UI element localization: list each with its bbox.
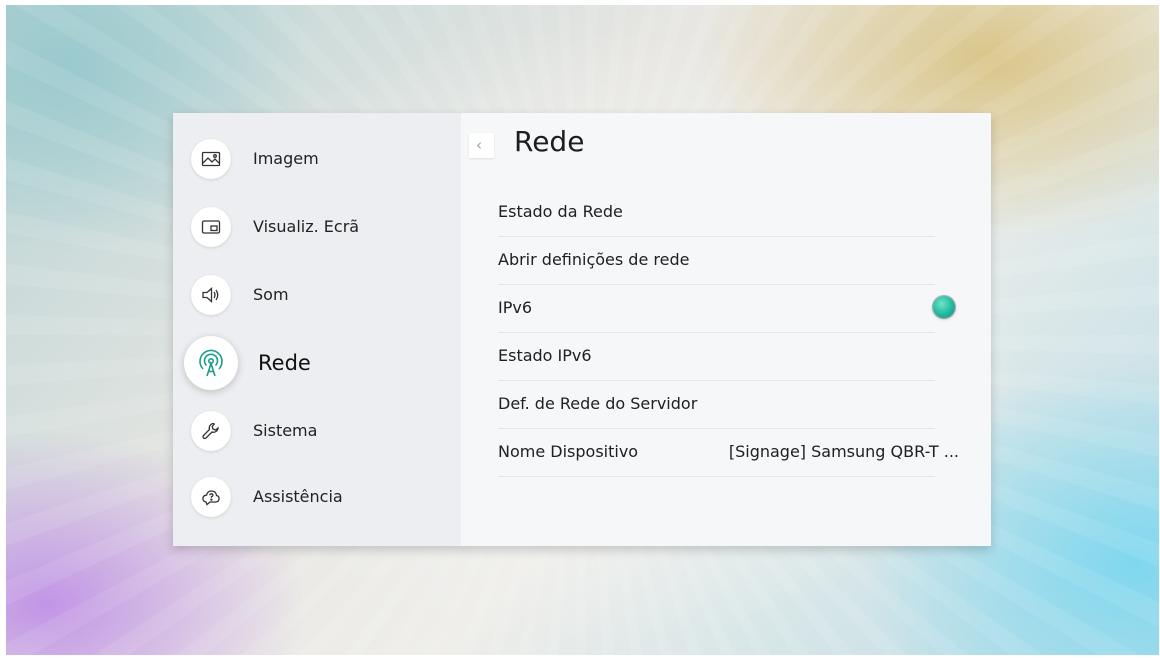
sidebar-item-sistema[interactable]: Sistema xyxy=(191,405,451,457)
settings-sidebar: Imagem Visualiz. Ecrã Som Rede Sistema A… xyxy=(173,113,461,546)
sidebar-item-label: Assistência xyxy=(253,487,343,506)
settings-panel: Imagem Visualiz. Ecrã Som Rede Sistema A… xyxy=(173,113,991,546)
row-label: Def. de Rede do Servidor xyxy=(498,394,698,413)
ipv6-toggle[interactable] xyxy=(933,296,955,318)
settings-row-ipv6[interactable]: IPv6 xyxy=(498,284,955,333)
sidebar-item-label: Som xyxy=(253,285,289,304)
page-title: Rede xyxy=(514,125,585,158)
sidebar-item-label: Imagem xyxy=(253,149,319,168)
sidebar-item-label: Visualiz. Ecrã xyxy=(253,217,360,236)
row-label: Estado da Rede xyxy=(498,202,623,221)
back-button[interactable]: ‹ xyxy=(469,133,494,158)
settings-row-def-rede-servidor[interactable]: Def. de Rede do Servidor xyxy=(498,380,935,429)
pip-screen-icon xyxy=(191,207,231,247)
row-label: IPv6 xyxy=(498,298,533,317)
settings-row-estado-da-rede[interactable]: Estado da Rede xyxy=(498,188,935,237)
sidebar-item-visualiz-ecra[interactable]: Visualiz. Ecrã xyxy=(191,201,451,253)
sidebar-item-rede[interactable]: Rede xyxy=(184,336,451,390)
help-cloud-icon xyxy=(191,477,231,517)
sidebar-item-label: Rede xyxy=(258,351,311,375)
sidebar-item-assistencia[interactable]: Assistência xyxy=(191,471,451,523)
row-label: Nome Dispositivo xyxy=(498,442,639,461)
sidebar-item-imagem[interactable]: Imagem xyxy=(191,133,451,185)
chevron-left-icon: ‹ xyxy=(476,136,482,154)
device-name-value: [Signage] Samsung QBR-T ... xyxy=(728,442,959,461)
desktop-background: Imagem Visualiz. Ecrã Som Rede Sistema A… xyxy=(6,5,1159,655)
speaker-icon xyxy=(191,275,231,315)
sidebar-item-som[interactable]: Som xyxy=(191,269,451,321)
picture-icon xyxy=(191,139,231,179)
settings-row-abrir-definicoes[interactable]: Abrir definições de rede xyxy=(498,236,935,285)
antenna-icon xyxy=(184,336,238,390)
network-settings-content: ‹ Rede Estado da Rede Abrir definições d… xyxy=(461,113,991,546)
settings-row-estado-ipv6[interactable]: Estado IPv6 xyxy=(498,332,935,381)
row-label: Estado IPv6 xyxy=(498,346,592,365)
row-label: Abrir definições de rede xyxy=(498,250,690,269)
settings-row-nome-dispositivo[interactable]: Nome Dispositivo [Signage] Samsung QBR-T… xyxy=(498,428,959,477)
wrench-icon xyxy=(191,411,231,451)
sidebar-item-label: Sistema xyxy=(253,421,318,440)
